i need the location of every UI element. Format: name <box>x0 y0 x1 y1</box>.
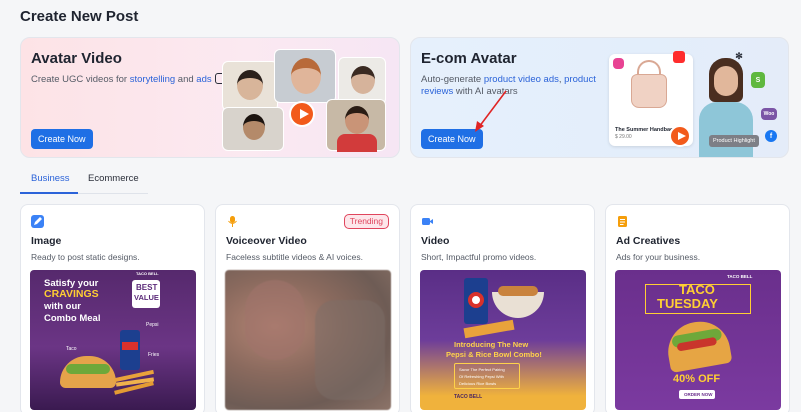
woocommerce-icon: Woo <box>761 108 777 120</box>
avatar-collage <box>222 49 386 152</box>
thumb-text: CRAVINGS <box>44 288 99 300</box>
avatar-video-description: Create UGC videos for storytelling and a… <box>31 74 212 86</box>
page-title: Create New Post <box>20 8 139 25</box>
handbag-image <box>631 74 667 108</box>
label-text: Fries <box>148 352 160 358</box>
image-thumbnail: Satisfy your CRAVINGS with our Combo Mea… <box>30 270 196 410</box>
shop-icon <box>613 58 624 69</box>
label-text: Pepsi <box>146 322 159 328</box>
ads-link: ads <box>196 74 212 85</box>
promo-box: Savor The Perfect Pairing Of Refreshing … <box>454 363 520 389</box>
ad-creatives-card[interactable]: Ad Creatives Ads for your business. TACO… <box>605 204 790 412</box>
headline-line2: TUESDAY <box>657 296 718 311</box>
pepsi-cup <box>464 278 488 324</box>
product-link: product <box>564 74 596 85</box>
video-card[interactable]: Video Short, Impactful promo videos. Int… <box>410 204 595 412</box>
product-name: The Summer Handbag <box>615 127 674 133</box>
taco-image <box>663 316 733 374</box>
avatar-tile <box>338 57 386 105</box>
headline-line1: TACO <box>679 282 715 297</box>
brand-text: TACO BELL <box>136 271 159 276</box>
card-description: Faceless subtitle videos & AI voices. <box>226 252 364 262</box>
openai-icon: ✻ <box>735 50 743 61</box>
microphone-icon <box>226 215 239 228</box>
pointer-arrow-icon <box>475 90 507 132</box>
product-video-ads-link: product video ads <box>483 74 559 85</box>
youtube-shorts-icon <box>673 51 685 63</box>
image-card[interactable]: Image Ready to post static designs. Sati… <box>20 204 205 412</box>
cta-text: ORDER NOW <box>684 392 713 397</box>
reviews-link: reviews <box>421 86 454 97</box>
ecom-avatar-title: E-com Avatar <box>421 50 517 67</box>
video-thumbnail: Introducing The New Pepsi & Rice Bowl Co… <box>420 270 586 410</box>
badge-text: BEST <box>136 283 158 292</box>
ecom-avatar-banner[interactable]: E-com Avatar Auto-generate product video… <box>410 37 789 158</box>
thumb-subtext: Delicious Rice Bowls <box>459 381 497 386</box>
order-now-button: ORDER NOW <box>679 390 715 399</box>
rice-bowl-image <box>492 286 544 318</box>
best-value-badge: BEST VALUE <box>132 280 160 308</box>
brand-text: TACO BELL <box>454 394 483 400</box>
avatar-tile <box>222 61 278 111</box>
product-price: $ 29.00 <box>615 134 632 140</box>
card-description: Ready to post static designs. <box>31 252 140 262</box>
thumb-text: Pepsi & Rice Bowl Combo! <box>446 350 542 359</box>
brand-text: TACO BELL <box>727 274 753 279</box>
taco-image <box>60 356 116 388</box>
thumb-text: with our <box>44 301 81 312</box>
desc-text: Auto-generate <box>421 74 484 85</box>
ad-creative-thumbnail: TACO BELL TACO TUESDAY 40% OFF ORDER NOW <box>615 270 781 410</box>
card-title: Voiceover Video <box>226 235 307 247</box>
active-tab-indicator <box>20 192 78 194</box>
category-tabs: Business Ecommerce <box>20 168 148 194</box>
card-title: Image <box>31 235 62 247</box>
storytelling-link: storytelling <box>129 74 176 85</box>
badge-text: VALUE <box>134 293 159 302</box>
avatar-create-now-button[interactable]: Create Now <box>31 129 93 149</box>
tab-business[interactable]: Business <box>31 173 70 184</box>
voiceover-video-card[interactable]: Trending Voiceover Video Faceless subtit… <box>215 204 400 412</box>
avatar-tile <box>222 107 284 151</box>
avatar-video-title: Avatar Video <box>31 50 122 67</box>
edit-icon <box>31 215 44 228</box>
label-text: Taco <box>66 346 77 352</box>
card-description: Ads for your business. <box>616 252 701 262</box>
facebook-icon: f <box>765 130 777 142</box>
shopify-icon: S <box>751 72 765 88</box>
avatar-tile <box>274 49 336 103</box>
video-camera-icon <box>421 215 434 228</box>
tab-ecommerce[interactable]: Ecommerce <box>88 173 139 184</box>
card-title: Video <box>421 235 450 247</box>
desc-text: and <box>175 74 197 85</box>
avatar-video-banner[interactable]: Avatar Video Create UGC videos for story… <box>20 37 400 158</box>
card-title: Ad Creatives <box>616 235 681 247</box>
pepsi-cup <box>120 330 140 370</box>
play-icon <box>289 101 315 127</box>
offer-text: 40% OFF <box>673 373 721 385</box>
thumb-subtext: Of Refreshing Pepsi With <box>459 374 504 379</box>
fries-image <box>114 368 155 395</box>
thumb-text: Introducing The New <box>454 340 529 349</box>
document-icon <box>616 215 629 228</box>
ecom-create-now-button[interactable]: Create Now <box>421 129 483 149</box>
card-description: Short, Impactful promo videos. <box>421 252 537 262</box>
product-highlight-tag: Product Highlight <box>709 135 759 147</box>
desc-text: Create UGC videos for <box>31 74 130 85</box>
play-icon <box>669 125 691 147</box>
voiceover-thumbnail <box>225 270 391 410</box>
thumb-text: Combo Meal <box>44 313 101 324</box>
trending-badge: Trending <box>343 214 389 229</box>
thumb-subtext: Savor The Perfect Pairing <box>459 367 505 372</box>
avatar-tile <box>326 99 386 152</box>
